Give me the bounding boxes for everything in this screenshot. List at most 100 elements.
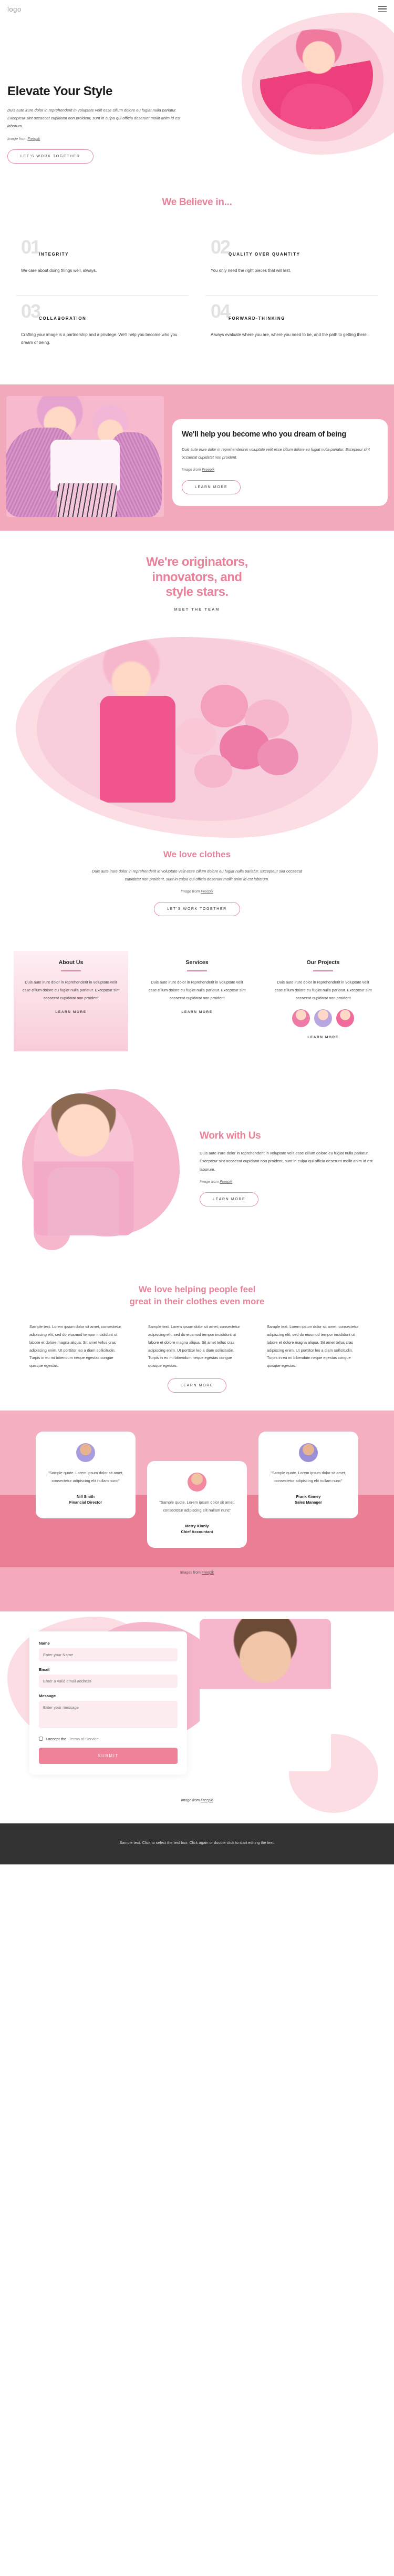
credit-prefix: Images from <box>180 1570 202 1575</box>
dream-photo <box>6 396 164 518</box>
balloons-media <box>0 627 394 848</box>
belief-number: 04 <box>211 300 231 322</box>
work-with-us-section: Work with Us Duis aute irure dolor in re… <box>0 1074 394 1270</box>
email-input[interactable] <box>39 1674 178 1688</box>
clothes-cta-button[interactable]: LET'S WORK TOGETHER <box>154 902 240 917</box>
helping-column: Sample text. Lorem ipsum dolor sit amet,… <box>29 1324 121 1368</box>
freepik-link[interactable]: Freepik <box>202 1571 214 1575</box>
dream-inner: We'll help you become who you dream of b… <box>0 396 394 518</box>
photo-detail <box>57 483 117 518</box>
name-input[interactable] <box>39 1648 178 1661</box>
belief-desc: We care about doing things well, always. <box>21 268 97 273</box>
testimonial-name: Nill Smith <box>76 1494 95 1499</box>
testimonial-card: "Sample quote. Lorem ipsum dolor sit ame… <box>36 1432 136 1518</box>
helping-section: We love helping people feel great in the… <box>0 1270 394 1411</box>
card-learn-more-link[interactable]: LEARN MORE <box>55 1010 86 1014</box>
credit-prefix: Image from <box>180 889 201 894</box>
hamburger-bar <box>378 6 387 7</box>
landing-page: logo Elevate Your Style Duis aute irure … <box>0 0 394 1864</box>
card-learn-more-link[interactable]: LEARN MORE <box>307 1036 338 1039</box>
helping-title: We love helping people feel great in the… <box>0 1284 394 1307</box>
hero-body: Duis aute irure dolor in reprehenderit i… <box>7 108 181 129</box>
testimonial-role: Sales Manager <box>295 1500 322 1505</box>
dream-card: We'll help you become who you dream of b… <box>172 419 388 506</box>
hero-cta-button[interactable]: LET'S WORK TOGETHER <box>7 149 94 164</box>
belief-number: 02 <box>211 236 231 258</box>
helping-cta-button[interactable]: LEARN MORE <box>167 1378 227 1393</box>
belief-item-04: 04 FORWARD-THINKING Always evaluate wher… <box>205 295 378 360</box>
submit-button[interactable]: SUBMIT <box>39 1747 178 1764</box>
testimonial-name: Merry Kinnly <box>185 1523 209 1528</box>
avatar <box>188 1473 206 1492</box>
contact-photo <box>200 1618 331 1771</box>
terms-checkbox[interactable] <box>39 1737 43 1741</box>
balloon-icon <box>257 738 298 775</box>
balloon-icon <box>175 718 216 755</box>
email-label: Email <box>39 1667 50 1672</box>
belief-desc: Crafting your image is a partnership and… <box>21 332 178 345</box>
card-body: Duis aute irure dolor in reprehenderit i… <box>148 979 246 1000</box>
belief-title: COLLABORATION <box>39 316 87 321</box>
dream-cta-button[interactable]: LEARN MORE <box>182 480 241 495</box>
info-cards: About Us Duis aute irure dolor in repreh… <box>0 937 394 1074</box>
belief-item-02: 02 QUALITY OVER QUANTITY You only need t… <box>205 231 378 288</box>
balloon-icon <box>194 755 232 788</box>
avatar <box>336 1009 354 1028</box>
testimonials-row: "Sample quote. Lorem ipsum dolor sit ame… <box>0 1432 394 1548</box>
credit-prefix: Image from <box>181 1798 201 1802</box>
freepik-link[interactable]: Freepik <box>27 136 40 141</box>
originators-section: We're originators, innovators, and style… <box>0 531 394 624</box>
clothes-section: We love clothes Duis aute irure dolor in… <box>0 848 394 937</box>
dream-title: We'll help you become who you dream of b… <box>182 430 347 439</box>
dream-section: We'll help you become who you dream of b… <box>0 384 394 531</box>
card-title: Services <box>185 959 209 966</box>
card-our-projects[interactable]: Our Projects Duis aute irure dolor in re… <box>266 951 380 1051</box>
work-title: Work with Us <box>200 1130 261 1141</box>
freepik-link[interactable]: Freepik <box>201 1799 213 1802</box>
helping-column: Sample text. Lorem ipsum dolor sit amet,… <box>148 1324 240 1368</box>
footer-text: Sample text. Click to select the text bo… <box>119 1840 275 1845</box>
name-field-group: Name <box>39 1641 178 1661</box>
work-body: Duis aute irure dolor in reprehenderit i… <box>200 1150 373 1172</box>
hamburger-icon[interactable] <box>378 6 387 12</box>
testimonial-card: "Sample quote. Lorem ipsum dolor sit ame… <box>258 1432 358 1518</box>
testimonial-quote: "Sample quote. Lorem ipsum dolor sit ame… <box>271 1470 346 1483</box>
card-learn-more-link[interactable]: LEARN MORE <box>181 1010 212 1014</box>
card-services[interactable]: Services Duis aute irure dolor in repreh… <box>140 951 254 1051</box>
avatar <box>76 1443 95 1463</box>
project-avatars <box>273 1009 373 1028</box>
dream-image-credit: Image from Freepik <box>182 467 378 472</box>
originators-line-1: We're originators, <box>146 555 248 570</box>
work-media <box>12 1089 190 1251</box>
card-title: Our Projects <box>306 959 340 966</box>
originators-line-2: innovators, and <box>152 570 242 584</box>
belief-desc: You only need the right pieces that will… <box>211 268 291 273</box>
freepik-link[interactable]: Freepik <box>202 467 214 472</box>
testimonial-name: Frank Kinney <box>296 1494 321 1499</box>
terms-of-service-link[interactable]: Terms of Service <box>69 1737 99 1741</box>
freepik-link[interactable]: Freepik <box>220 1179 232 1184</box>
testimonial-role: Chief Accountant <box>181 1529 213 1535</box>
testimonial-person: Frank Kinney Sales Manager <box>267 1494 350 1506</box>
card-about-us[interactable]: About Us Duis aute irure dolor in repreh… <box>14 951 128 1052</box>
site-header: logo <box>0 0 394 18</box>
freepik-link[interactable]: Freepik <box>201 889 213 894</box>
avatar <box>292 1009 310 1028</box>
page-title: Elevate Your Style <box>7 84 113 98</box>
message-input[interactable] <box>39 1700 178 1728</box>
message-label: Message <box>39 1693 56 1698</box>
logo[interactable]: logo <box>7 5 22 13</box>
card-divider <box>313 970 333 971</box>
name-label: Name <box>39 1640 50 1646</box>
work-cta-button[interactable]: LEARN MORE <box>200 1192 259 1207</box>
belief-number: 01 <box>21 236 41 258</box>
believe-grid: 01 INTEGRITY We care about doing things … <box>0 231 394 359</box>
contact-section: Name Email Message I accept the Terms of… <box>0 1611 394 1823</box>
hamburger-bar <box>378 11 387 12</box>
testimonial-quote: "Sample quote. Lorem ipsum dolor sit ame… <box>48 1470 123 1483</box>
belief-number: 03 <box>21 300 41 322</box>
clothes-body: Duis aute irure dolor in reprehenderit i… <box>92 869 302 882</box>
helping-line-2: great in their clothes even more <box>129 1296 265 1306</box>
message-field-group: Message <box>39 1693 178 1731</box>
card-body: Duis aute irure dolor in reprehenderit i… <box>274 979 372 1000</box>
